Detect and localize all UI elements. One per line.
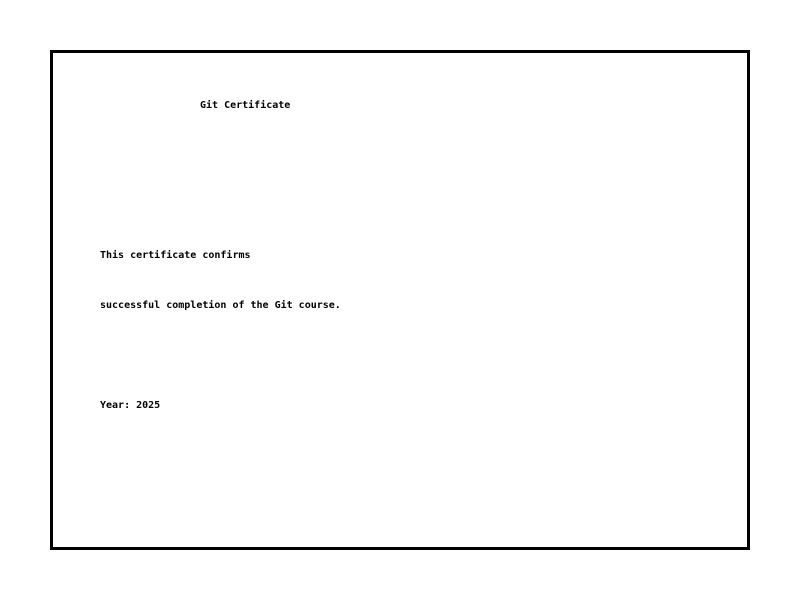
certificate-year: Year: 2025 <box>100 400 161 411</box>
page: Git Certificate This certificate confirm… <box>0 0 800 600</box>
certificate-body-line-2: successful completion of the Git course. <box>100 300 341 311</box>
certificate-body-line-1: This certificate confirms <box>100 250 251 261</box>
certificate-frame: Git Certificate This certificate confirm… <box>50 50 750 550</box>
certificate-title: Git Certificate <box>200 100 291 111</box>
